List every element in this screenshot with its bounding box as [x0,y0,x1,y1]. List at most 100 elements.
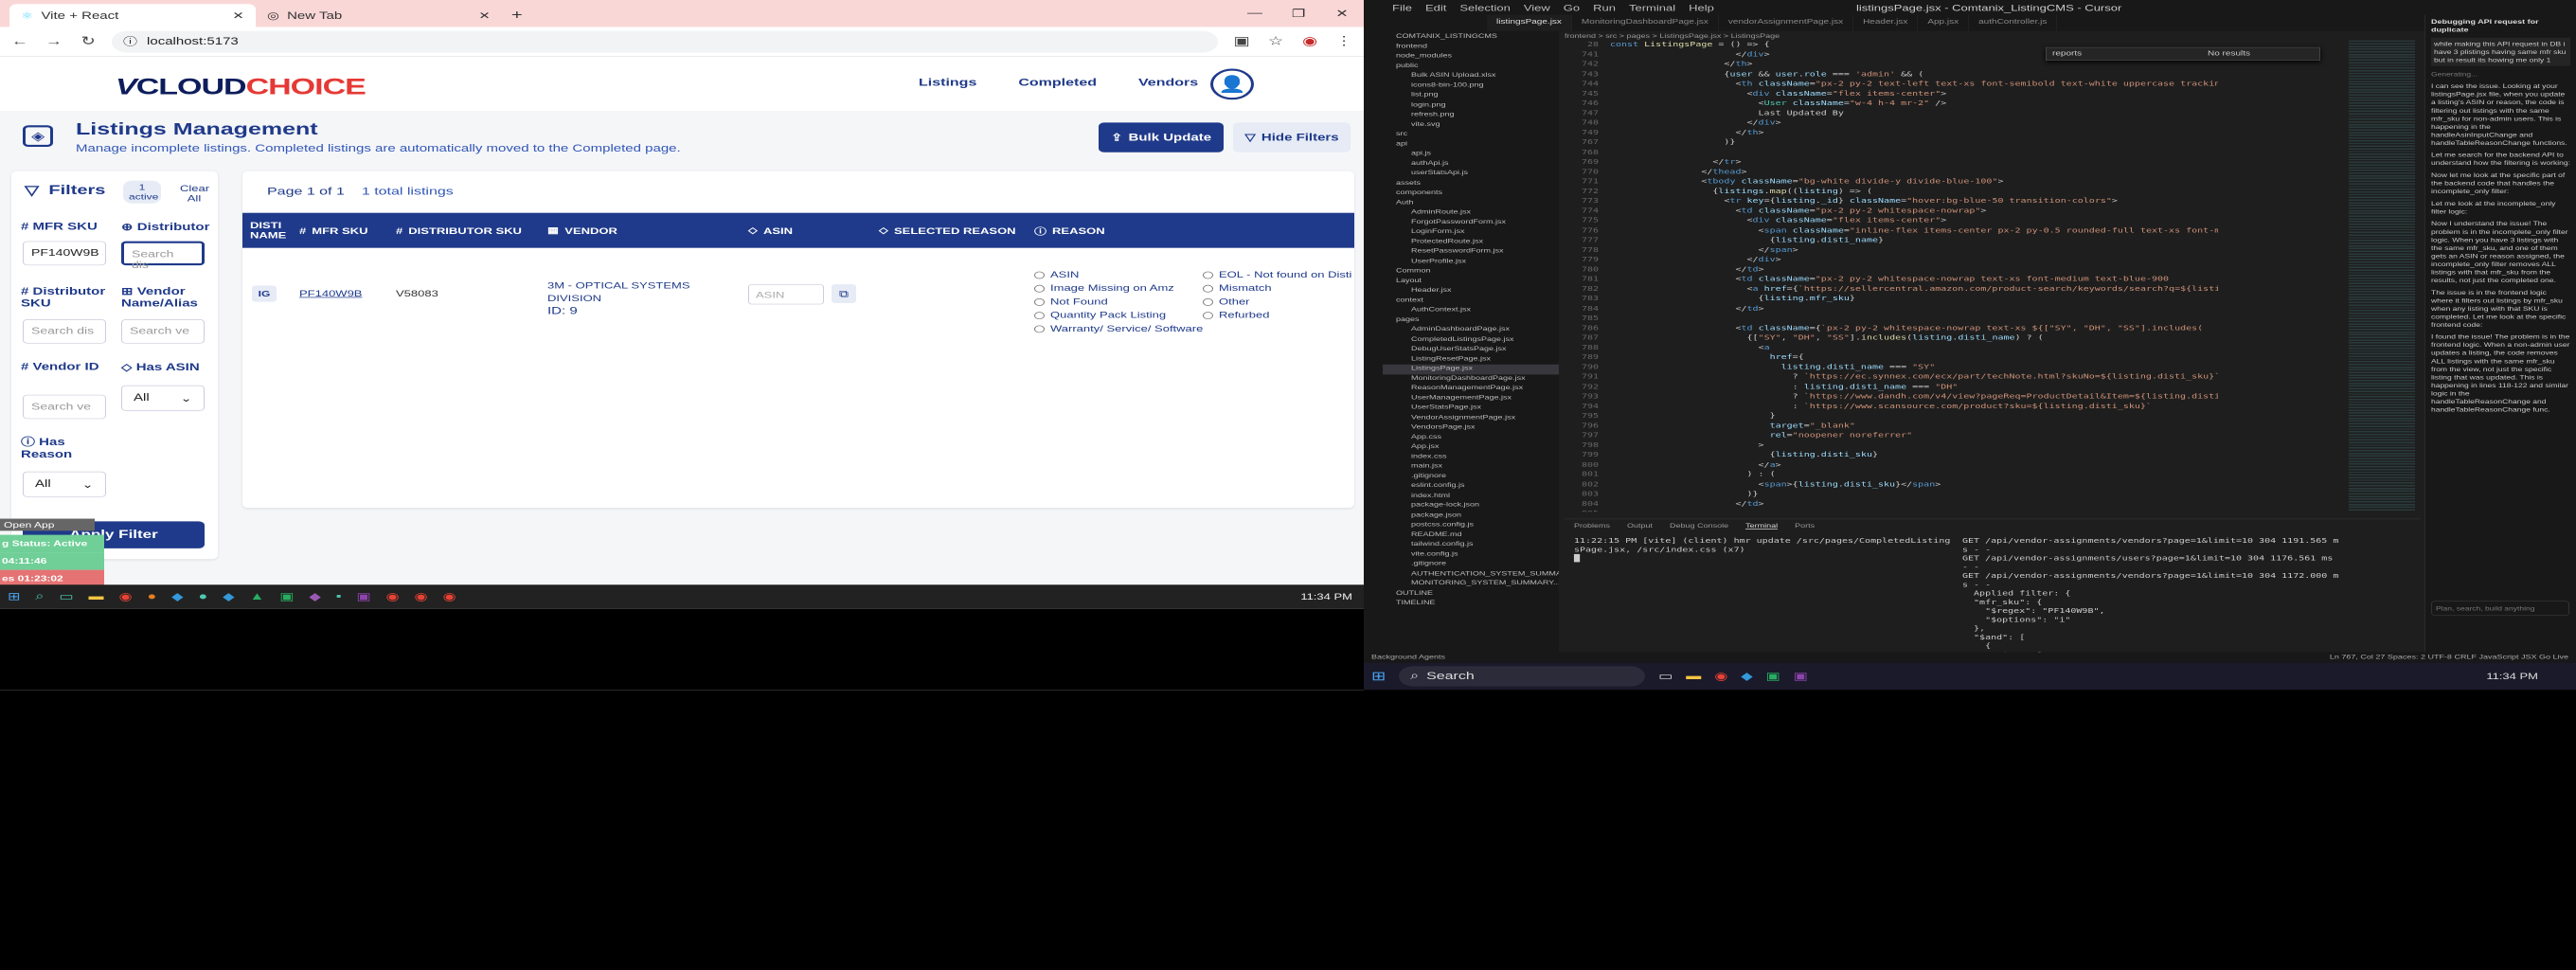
explorer-item[interactable]: pages [1383,315,1559,325]
explorer-item[interactable]: UserStatsPage.jsx [1383,404,1559,413]
explorer-item[interactable]: index.css [1383,453,1559,462]
explorer-item[interactable]: icons8-bin-100.png [1383,81,1559,91]
explorer-item[interactable]: api.js [1383,150,1559,159]
col-asin[interactable]: ◇ ASIN [748,213,793,248]
explorer-item[interactable]: list.png [1383,91,1559,100]
explorer-item[interactable]: src [1383,130,1559,139]
explorer-item[interactable]: ListingResetPage.jsx [1383,354,1559,364]
explorer-item[interactable]: ForgotPasswordForm.jsx [1383,218,1559,227]
explorer-item[interactable]: ResetPasswordForm.jsx [1383,247,1559,257]
explorer-item[interactable]: VendorsPage.jsx [1383,423,1559,433]
explorer-item[interactable]: package.json [1383,511,1559,520]
explorer-item[interactable]: DebugUserStatsPage.jsx [1383,345,1559,354]
tab-ports[interactable]: Ports [1795,522,1815,530]
explorer-item[interactable]: api [1383,140,1559,150]
explorer-item[interactable]: tailwind.config.js [1383,540,1559,549]
tab-output[interactable]: Output [1627,522,1653,530]
menu-selection[interactable]: Selection [1459,2,1510,12]
status-left[interactable]: Background Agents [1371,654,1445,662]
explorer-item[interactable]: context [1383,296,1559,306]
explorer-item[interactable]: userStatsApi.js [1383,169,1559,178]
has-asin-select[interactable]: All ⌄ [121,385,205,411]
chrome-icon[interactable]: ◉ [1714,670,1727,683]
explorer-icon[interactable]: ▬ [1686,671,1701,683]
browser-tab-active[interactable]: ⚛ Vite + React ✕ [9,4,256,27]
minimize-icon[interactable]: — [1233,0,1277,27]
cast-icon[interactable]: ▣ [1231,34,1252,48]
app-icon[interactable]: ◆ [171,590,183,603]
status-right[interactable]: Ln 767, Col 27 Spaces: 2 UTF-8 CRLF Java… [2330,654,2568,662]
chrome-icon[interactable]: ◉ [442,590,456,603]
explorer-item[interactable]: MONITORING_SYSTEM_SUMMARY... [1383,580,1559,589]
chrome-icon[interactable]: ◉ [386,590,400,603]
explorer-item[interactable]: App.css [1383,433,1559,442]
clear-all-button[interactable]: Clear All [180,183,209,203]
task-view-icon[interactable]: ▭ [1658,670,1673,683]
explorer-item[interactable]: UserManagementPage.jsx [1383,394,1559,404]
col-mfr-sku[interactable]: # MFR SKU [299,213,367,248]
menu-dots-icon[interactable]: ⋮ [1333,34,1354,48]
tab-terminal[interactable]: Terminal [1745,522,1779,530]
find-input[interactable]: reports [2052,50,2082,58]
onenote-icon[interactable]: ▣ [356,590,370,603]
editor-tab[interactable]: vendorAssignmentPage.jsx [1719,14,1854,31]
explorer-item[interactable]: AdminRoute.jsx [1383,208,1559,218]
explorer-item[interactable]: AdminDashboardPage.jsx [1383,325,1559,334]
explorer-item[interactable]: LoginForm.jsx [1383,227,1559,237]
taskbar-search[interactable]: ⌕ Search [1399,666,1646,687]
menu-edit[interactable]: Edit [1425,2,1446,12]
reason-radio[interactable]: Image Missing on Amz [1034,281,1203,295]
reason-radio[interactable]: Other [1203,295,1351,308]
explorer-item[interactable]: public [1383,62,1559,71]
explorer-item[interactable]: Common [1383,267,1559,277]
close-icon[interactable]: ✕ [478,9,491,22]
asin-input[interactable]: ASIN [748,284,824,305]
explorer-item[interactable]: Bulk ASIN Upload.xlsx [1383,71,1559,81]
explorer-item[interactable]: CompletedListingsPage.jsx [1383,335,1559,345]
chrome-icon[interactable]: ◉ [119,590,133,603]
distributor-input[interactable]: Search dis [121,241,205,270]
app-icon[interactable]: ● [198,591,207,603]
explorer-item[interactable]: App.jsx [1383,442,1559,452]
forward-icon[interactable]: → [44,34,64,48]
copy-icon[interactable]: ⧉ [832,284,856,303]
app-icon[interactable]: ▪ [336,591,342,603]
chat-input[interactable]: Plan, search, build anything [2431,601,2569,616]
new-tab-button[interactable]: + [511,8,523,23]
explorer-item[interactable]: Header.jsx [1383,286,1559,296]
explorer-item[interactable]: frontend [1383,42,1559,51]
explorer-item[interactable]: vite.config.js [1383,550,1559,560]
task-view-icon[interactable]: ▭ [59,590,73,603]
editor-tab[interactable]: MonitoringDashboardPage.jsx [1572,14,1719,31]
find-widget[interactable]: reports No results [2046,46,2320,61]
bookmark-star-icon[interactable]: ☆ [1265,34,1286,48]
explorer-item[interactable]: main.jsx [1383,462,1559,472]
reason-radio[interactable]: Refurbed [1203,309,1351,322]
reason-radio[interactable]: Mismatch [1203,281,1351,295]
vendor-id-input[interactable]: Search ve [23,394,106,420]
maximize-icon[interactable]: ❐ [1277,0,1320,27]
col-vendor[interactable]: ▦ VENDOR [547,213,617,248]
explorer-item[interactable]: Layout [1383,277,1559,286]
explorer-item[interactable]: README.md [1383,530,1559,540]
vendor-name-input[interactable]: Search ve [121,319,205,344]
reload-icon[interactable]: ↻ [78,34,98,48]
app-icon[interactable]: ◆ [309,590,320,603]
explorer-item[interactable]: package-lock.json [1383,501,1559,511]
menu-file[interactable]: File [1392,2,1412,12]
windows-start-icon[interactable]: ⊞ [1371,669,1386,683]
menu-terminal[interactable]: Terminal [1629,2,1675,12]
close-icon[interactable]: ✕ [232,9,244,22]
explorer-item[interactable]: AuthContext.jsx [1383,306,1559,315]
hide-filters-button[interactable]: ▽ Hide Filters [1233,122,1351,153]
col-reason[interactable]: ⓘ REASON [1034,213,1105,248]
explorer-item[interactable]: login.png [1383,100,1559,110]
reason-radio[interactable]: Quantity Pack Listing [1034,309,1203,322]
nav-completed[interactable]: Completed [1018,77,1097,89]
menu-view[interactable]: View [1524,2,1550,12]
mfr-sku-link[interactable]: PF140W9B [299,288,362,298]
explorer-item[interactable]: MonitoringDashboardPage.jsx [1383,374,1559,384]
col-selected-reason[interactable]: ◇ SELECTED REASON [879,213,1016,248]
back-icon[interactable]: ← [9,34,30,48]
explorer-item[interactable]: OUTLINE [1383,589,1559,599]
